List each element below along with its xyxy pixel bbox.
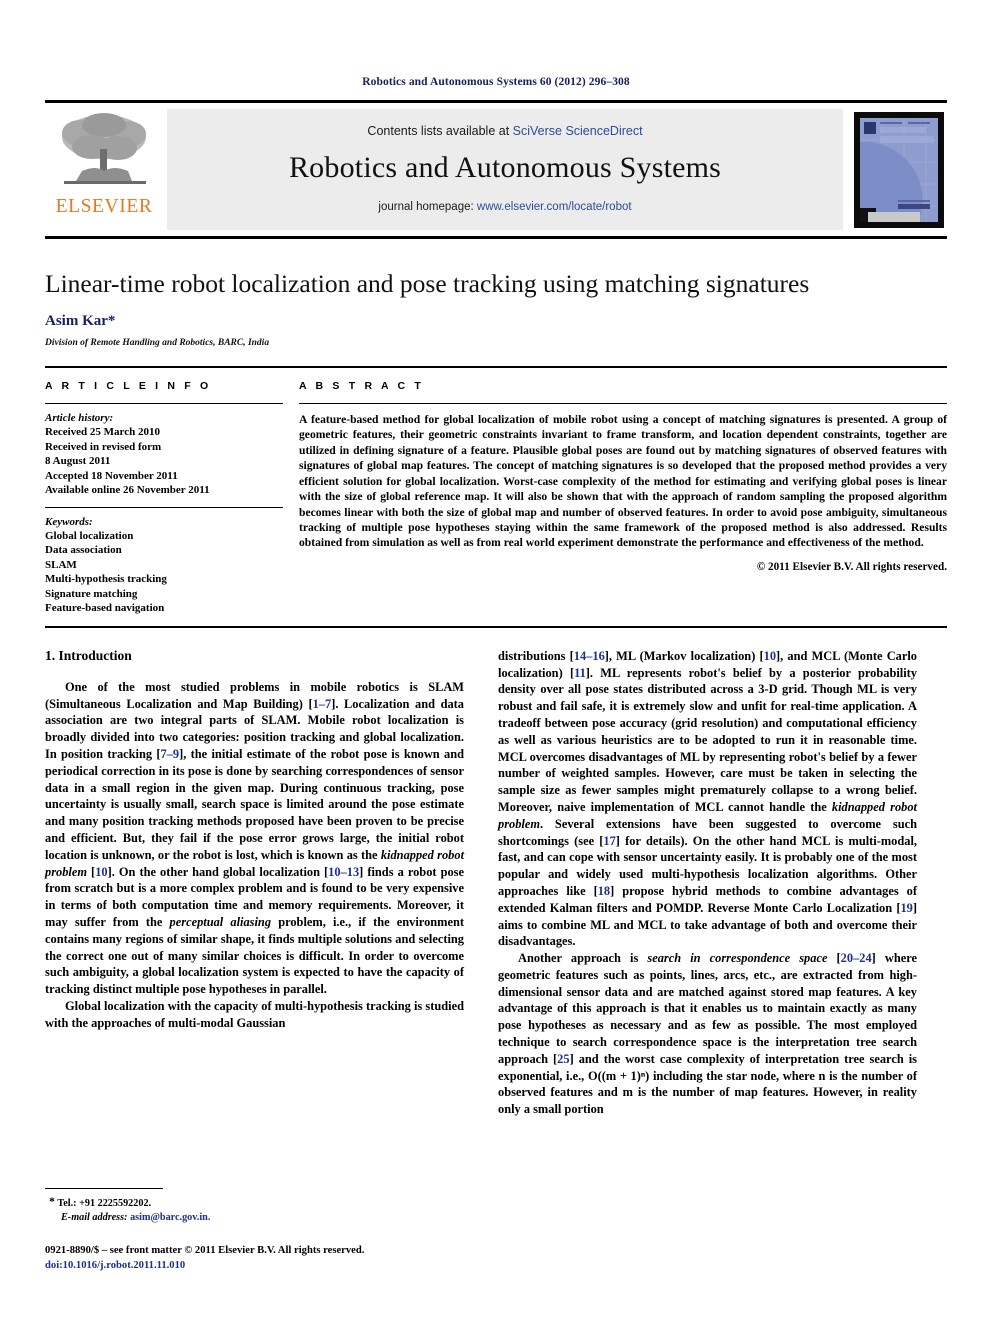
body-columns: 1. Introduction One of the most studied …: [45, 648, 947, 1118]
abstract-text: A feature-based method for global locali…: [299, 413, 947, 550]
article-info-label: A R T I C L E I N F O: [45, 380, 212, 393]
footnote-block: * Tel.: +91 2225592202. E-mail address: …: [45, 1188, 464, 1226]
abstract-rule: [299, 403, 947, 405]
history-item: Received 25 March 2010: [45, 426, 160, 439]
elsevier-wordmark: ELSEVIER: [55, 196, 153, 217]
keywords-rule: [45, 506, 283, 508]
journal-article-page: Robotics and Autonomous Systems 60 (2012…: [0, 0, 992, 1323]
footnote-rule: [45, 1188, 163, 1189]
footnote-contact: * Tel.: +91 2225592202. E-mail address: …: [45, 1193, 464, 1226]
keyword-item: SLAM: [45, 558, 77, 571]
journal-cover-thumbnail: [851, 109, 947, 230]
journal-homepage-link[interactable]: www.elsevier.com/locate/robot: [477, 201, 632, 213]
keyword-item: Data association: [45, 544, 122, 557]
issn-doi-block: 0921-8890/$ – see front matter © 2011 El…: [45, 1243, 545, 1274]
elsevier-logo: ELSEVIER: [45, 103, 163, 236]
homepage-prefix: journal homepage:: [378, 201, 477, 213]
history-item: 8 August 2011: [45, 455, 111, 468]
body-column-right: distributions [14–16], ML (Markov locali…: [498, 648, 917, 1118]
author-affiliation: Division of Remote Handling and Robotics…: [45, 338, 270, 349]
history-item: Received in revised form: [45, 440, 162, 453]
keywords-heading: Keywords:: [45, 515, 93, 528]
doi-line[interactable]: doi:10.1016/j.robot.2011.11.010: [45, 1258, 545, 1273]
body-paragraph: Another approach is search in correspond…: [498, 951, 917, 1117]
history-item: Available online 26 November 2011: [45, 484, 210, 497]
info-abstract-section: A R T I C L E I N F O Article history: R…: [45, 366, 947, 616]
journal-homepage-line: journal homepage: www.elsevier.com/locat…: [378, 201, 631, 213]
abstract-copyright: © 2011 Elsevier B.V. All rights reserved…: [756, 560, 947, 573]
section-title-introduction: 1. Introduction: [45, 647, 132, 663]
abstract-column: A B S T R A C T A feature-based method f…: [299, 380, 947, 616]
journal-masthead: ELSEVIER Contents lists available at Sci…: [45, 100, 947, 239]
keyword-item: Global localization: [45, 529, 134, 542]
author-name[interactable]: Asim Kar*: [45, 313, 947, 330]
elsevier-tree-icon: [62, 113, 146, 184]
email-link[interactable]: asim@barc.gov.in.: [130, 1212, 210, 1223]
body-column-left: 1. Introduction One of the most studied …: [45, 648, 464, 1118]
sciencedirect-link[interactable]: SciVerse ScienceDirect: [513, 124, 643, 138]
keyword-item: Multi-hypothesis tracking: [45, 573, 167, 586]
keyword-item: Feature-based navigation: [45, 602, 165, 615]
title-block: Linear-time robot localization and pose …: [45, 239, 947, 348]
journal-cover-image: [854, 111, 944, 228]
email-label: E-mail address:: [61, 1212, 128, 1224]
body-paragraph: Global localization with the capacity of…: [45, 998, 464, 1030]
running-head: Robotics and Autonomous Systems 60 (2012…: [362, 76, 630, 88]
page-title: Linear-time robot localization and pose …: [45, 269, 810, 298]
asterisk-icon: *: [49, 1194, 55, 1208]
article-info-column: A R T I C L E I N F O Article history: R…: [45, 380, 283, 616]
journal-title: Robotics and Autonomous Systems: [288, 151, 722, 184]
telephone-text: Tel.: +91 2225592202.: [57, 1198, 152, 1209]
journal-band: Contents lists available at SciVerse Sci…: [167, 109, 843, 230]
body-paragraph: distributions [14–16], ML (Markov locali…: [498, 648, 917, 949]
contents-prefix: Contents lists available at: [367, 124, 513, 138]
abstract-bottom-rule: [45, 625, 947, 628]
article-history-heading: Article history:: [45, 412, 114, 425]
contents-available-line: Contents lists available at SciVerse Sci…: [367, 124, 642, 138]
history-item: Accepted 18 November 2011: [45, 469, 178, 482]
article-info-rule: [45, 403, 283, 405]
abstract-label: A B S T R A C T: [299, 380, 424, 393]
issn-line: 0921-8890/$ – see front matter © 2011 El…: [45, 1245, 365, 1256]
keyword-item: Signature matching: [45, 587, 138, 600]
body-paragraph: One of the most studied problems in mobi…: [45, 679, 465, 997]
